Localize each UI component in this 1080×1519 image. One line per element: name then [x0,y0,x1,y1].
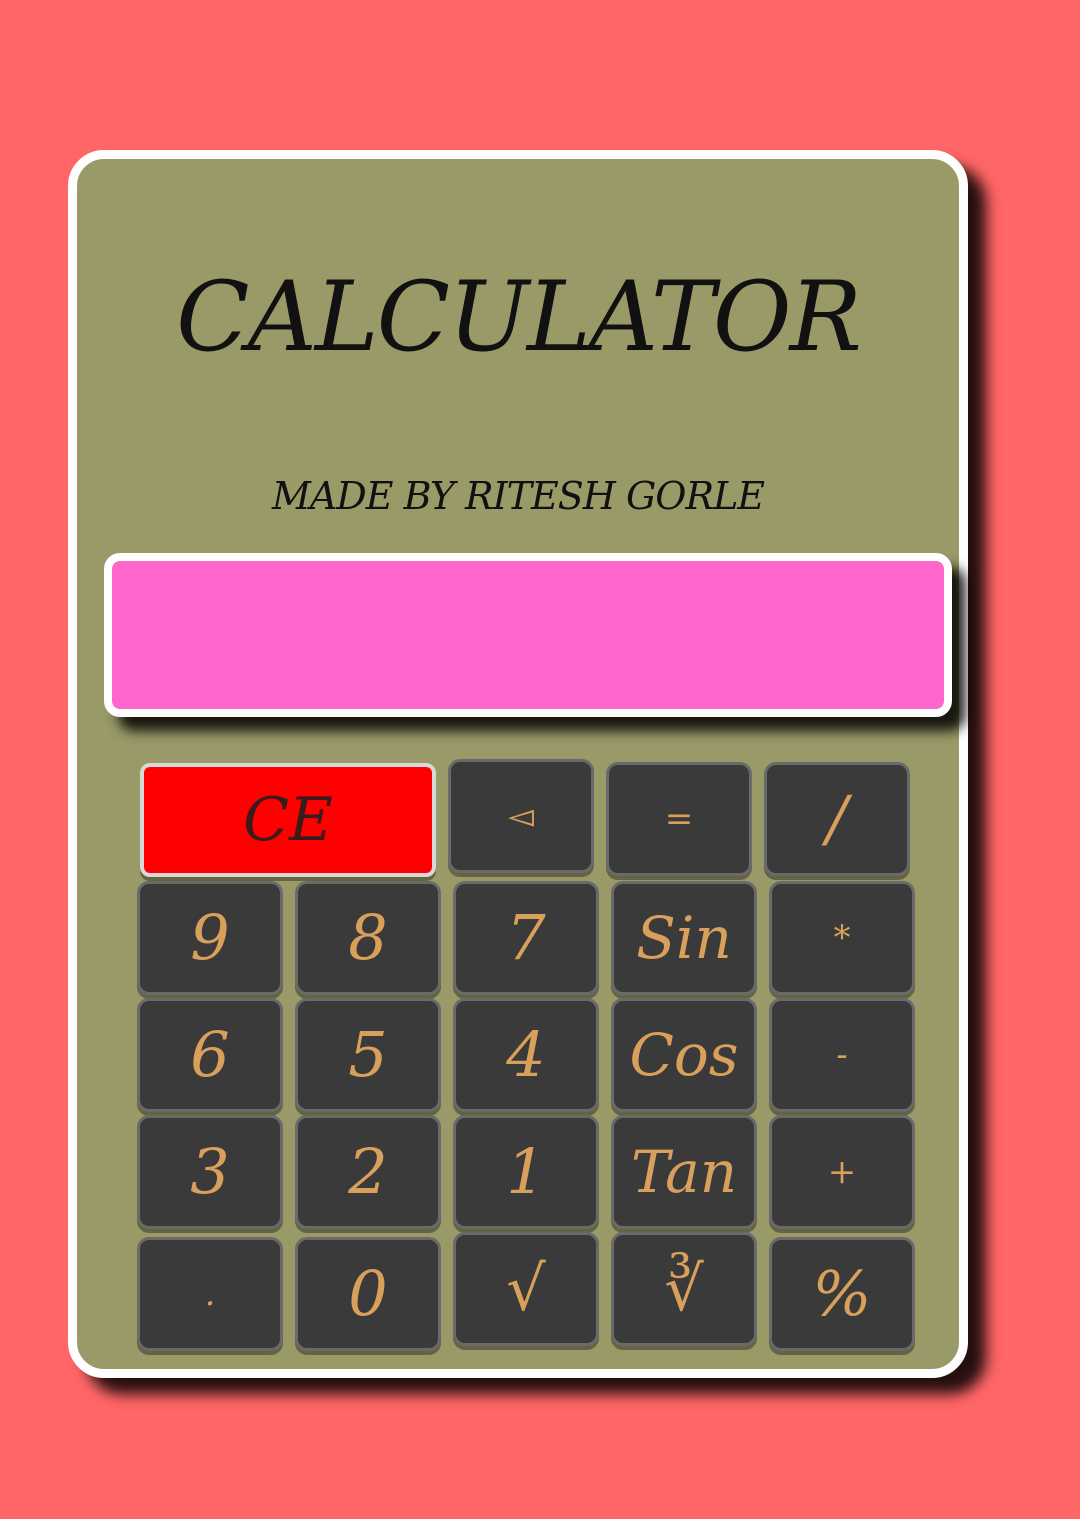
subtract-button[interactable]: - [769,998,915,1112]
cos-button[interactable]: Cos [611,998,757,1112]
digit-2-button[interactable]: 2 [295,1115,441,1229]
tan-button[interactable]: Tan [611,1115,757,1229]
decimal-button[interactable]: . [137,1237,283,1351]
digit-6-button[interactable]: 6 [137,998,283,1112]
clear-button[interactable]: CE [140,763,436,877]
app-title: CALCULATOR [176,261,862,373]
digit-7-button[interactable]: 7 [453,881,599,995]
add-button[interactable]: + [769,1115,915,1229]
author-credit: MADE BY RITESH GORLE [271,474,765,518]
equals-button[interactable]: = [606,762,752,876]
digit-0-button[interactable]: 0 [295,1237,441,1351]
digit-9-button[interactable]: 9 [137,881,283,995]
digit-5-button[interactable]: 5 [295,998,441,1112]
digit-4-button[interactable]: 4 [453,998,599,1112]
square-root-button[interactable]: √ [453,1232,599,1346]
cube-root-button[interactable]: ∛ [611,1232,757,1346]
multiply-button[interactable]: * [769,881,915,995]
divide-button[interactable]: / [764,762,910,876]
backspace-button[interactable]: ◅ [448,759,594,873]
digit-3-button[interactable]: 3 [137,1115,283,1229]
percent-button[interactable]: % [769,1237,915,1351]
calculator-body: CALCULATOR MADE BY RITESH GORLE CE ◅ = /… [68,150,968,1378]
calculator-display [104,553,952,717]
digit-8-button[interactable]: 8 [295,881,441,995]
sin-button[interactable]: Sin [611,881,757,995]
digit-1-button[interactable]: 1 [453,1115,599,1229]
